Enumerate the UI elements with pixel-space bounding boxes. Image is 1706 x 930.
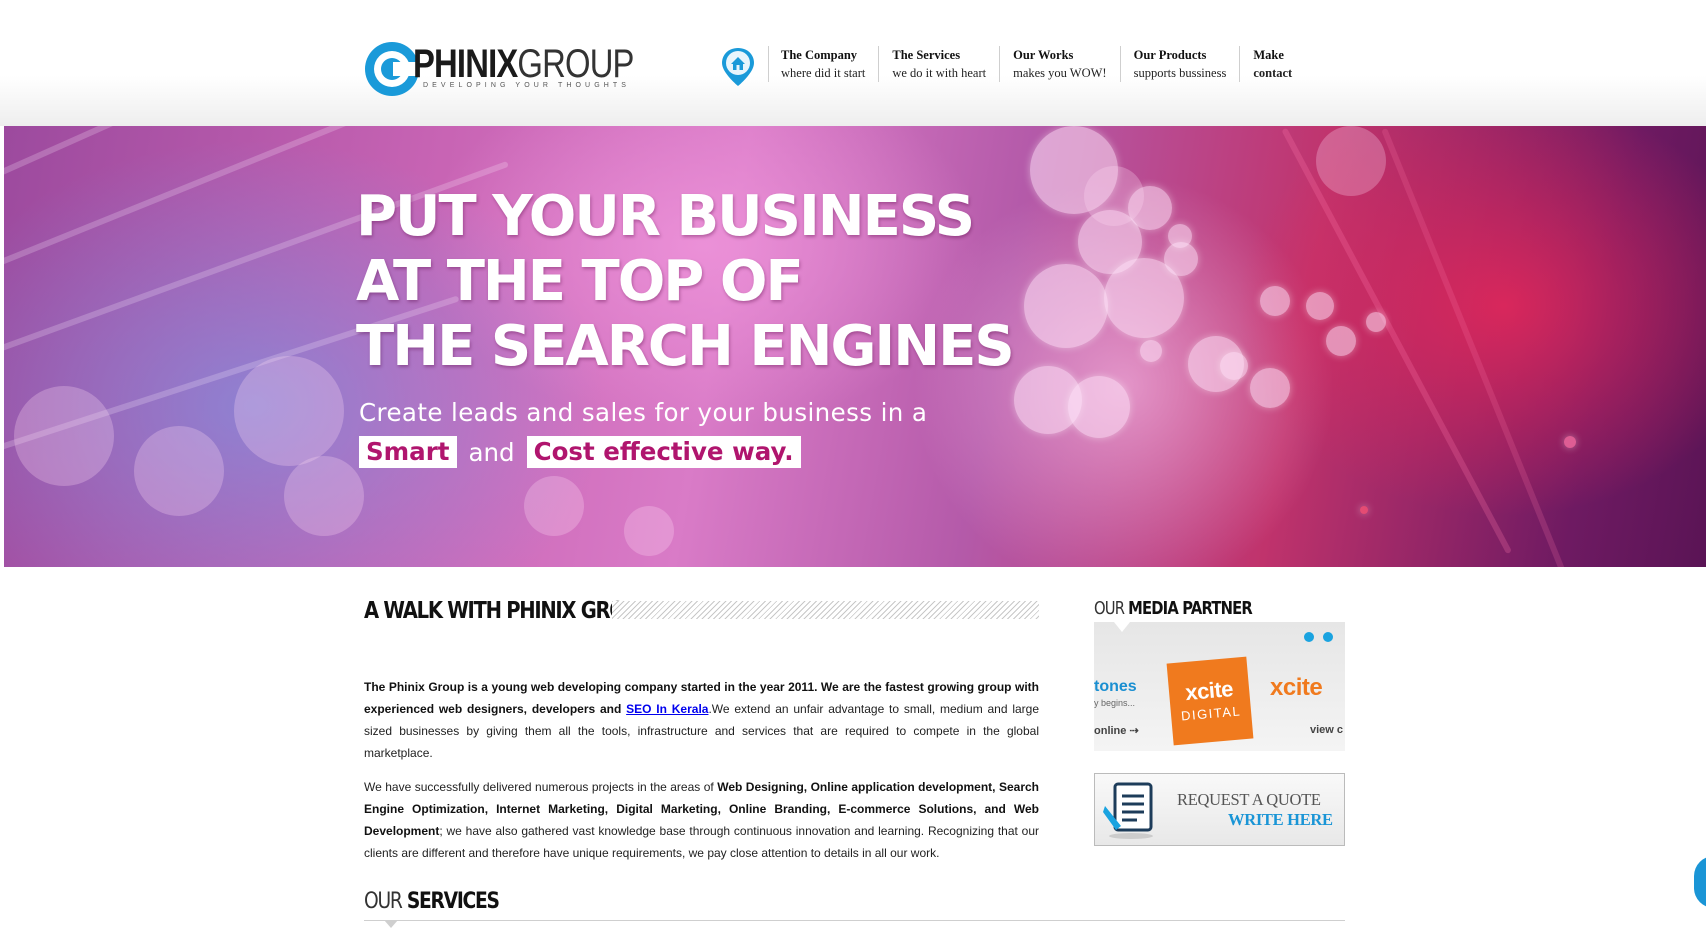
nav-contact-subtitle: contact bbox=[1253, 66, 1293, 80]
nav-services-subtitle: we do it with heart bbox=[892, 66, 987, 80]
partner-online-link[interactable]: online ⇢ bbox=[1094, 724, 1139, 737]
hero-headline-line: AT THE TOP OF bbox=[356, 249, 804, 314]
nav-services[interactable]: The Services we do it with heart bbox=[878, 46, 999, 82]
arrow-icon: ⇢ bbox=[1129, 725, 1139, 737]
about-p2-start: We have successfully delivered numerous … bbox=[364, 780, 718, 794]
main-nav: The Company where did it start The Servi… bbox=[768, 46, 1305, 82]
hero-subline: Create leads and sales for your business… bbox=[359, 398, 928, 427]
request-quote-button[interactable]: REQUEST A QUOTE WRITE HERE bbox=[1094, 773, 1345, 846]
logo-wordmark: PHINIXGROUP bbox=[413, 42, 634, 86]
services-title-our: OUR bbox=[364, 889, 403, 914]
hero-headline-line: PUT YOUR BUSINESS bbox=[356, 184, 975, 249]
partner-logo-tones: tones bbox=[1094, 678, 1137, 695]
bokeh bbox=[1366, 312, 1386, 332]
hero-headline-line: THE SEARCH ENGINES bbox=[356, 314, 1015, 379]
nav-company-subtitle: where did it start bbox=[781, 66, 866, 80]
nav-divider bbox=[768, 46, 769, 82]
home-icon[interactable] bbox=[720, 46, 756, 88]
light-streak bbox=[4, 126, 441, 192]
xcite-digital-logo[interactable]: xcite DIGITAL bbox=[1166, 656, 1254, 746]
bokeh bbox=[1326, 326, 1356, 356]
bokeh bbox=[1306, 292, 1334, 320]
bokeh bbox=[1260, 286, 1290, 316]
hero-connector: and bbox=[468, 437, 515, 467]
nav-works-subtitle: makes you WOW! bbox=[1013, 66, 1107, 80]
phinix-logo[interactable]: PHINIXGROUP DEVELOPING YOUR THOUGHTS bbox=[363, 38, 643, 102]
quote-line-2: WRITE HERE bbox=[1228, 810, 1333, 829]
nav-products-title: Our Products bbox=[1133, 48, 1207, 62]
hero-highlight-cost: Cost effective way. bbox=[526, 436, 801, 468]
bokeh bbox=[1250, 368, 1290, 408]
media-partner-slider[interactable]: tones y begins... online ⇢ xcite DIGITAL… bbox=[1094, 622, 1345, 751]
nav-contact[interactable]: Make contact bbox=[1239, 46, 1305, 82]
light-streak bbox=[1381, 127, 1567, 567]
partner-tones-tagline: y begins... bbox=[1094, 698, 1136, 708]
floating-side-tab[interactable] bbox=[1694, 856, 1706, 908]
bokeh bbox=[284, 456, 364, 536]
about-p2-rest: ; we have also gathered vast knowledge b… bbox=[364, 824, 1039, 860]
partner-box-notch bbox=[1114, 622, 1130, 632]
media-title-partner: MEDIA PARTNER bbox=[1128, 598, 1253, 619]
slider-dot[interactable] bbox=[1323, 632, 1333, 642]
hero-subline-highlights: Smart and Cost effective way. bbox=[359, 436, 801, 468]
hero-highlight-smart: Smart bbox=[359, 436, 457, 468]
services-section-title: OUR SERVICES bbox=[364, 889, 500, 914]
bokeh bbox=[624, 506, 674, 556]
services-divider-notch bbox=[384, 920, 398, 928]
nav-contact-title: Make bbox=[1253, 48, 1284, 62]
partner-online-label: online bbox=[1094, 725, 1127, 737]
hero-banner[interactable]: PUT YOUR BUSINESS AT THE TOP OF THE SEAR… bbox=[4, 126, 1706, 567]
title-hatch-divider bbox=[612, 601, 1039, 619]
bokeh bbox=[1316, 126, 1386, 196]
bokeh bbox=[1140, 340, 1162, 362]
services-title-services: SERVICES bbox=[406, 889, 500, 914]
bokeh bbox=[1168, 224, 1192, 248]
about-section-title: A WALK WITH PHINIX GROUP bbox=[364, 598, 654, 624]
bokeh bbox=[1084, 166, 1144, 226]
media-partner-title: OUR MEDIA PARTNER bbox=[1094, 598, 1253, 619]
document-pencil-icon bbox=[1103, 782, 1153, 839]
hero-headline: PUT YOUR BUSINESS AT THE TOP OF THE SEAR… bbox=[356, 184, 1015, 379]
nav-products[interactable]: Our Products supports bussiness bbox=[1119, 46, 1240, 82]
bokeh bbox=[1068, 376, 1130, 438]
nav-company[interactable]: The Company where did it start bbox=[768, 46, 878, 82]
bokeh bbox=[1564, 436, 1576, 448]
about-paragraph-2: We have successfully delivered numerous … bbox=[364, 776, 1039, 864]
bokeh bbox=[524, 476, 584, 536]
light-streak bbox=[1281, 127, 1512, 555]
partner-xcite-word: xcite bbox=[1270, 674, 1323, 701]
bokeh bbox=[1024, 264, 1108, 348]
bokeh bbox=[234, 356, 344, 466]
nav-services-title: The Services bbox=[892, 48, 961, 62]
services-divider bbox=[364, 920, 1345, 921]
nav-works[interactable]: Our Works makes you WOW! bbox=[999, 46, 1120, 82]
nav-works-title: Our Works bbox=[1013, 48, 1074, 62]
slider-dot[interactable] bbox=[1304, 632, 1314, 642]
bokeh bbox=[1360, 506, 1368, 514]
bokeh bbox=[134, 426, 224, 516]
logo-tagline: DEVELOPING YOUR THOUGHTS bbox=[423, 82, 631, 89]
bokeh bbox=[14, 386, 114, 486]
nav-company-title: The Company bbox=[781, 48, 858, 62]
media-title-our: OUR bbox=[1094, 598, 1125, 619]
bokeh bbox=[1220, 352, 1248, 380]
partner-view-link[interactable]: view c bbox=[1310, 724, 1343, 736]
about-paragraph-1: The Phinix Group is a young web developi… bbox=[364, 676, 1039, 764]
seo-kerala-link[interactable]: SEO In Kerala bbox=[626, 702, 708, 716]
nav-products-subtitle: supports bussiness bbox=[1133, 66, 1227, 80]
site-header: PHINIXGROUP DEVELOPING YOUR THOUGHTS The… bbox=[0, 0, 1706, 126]
quote-line-1: REQUEST A QUOTE bbox=[1177, 790, 1321, 809]
